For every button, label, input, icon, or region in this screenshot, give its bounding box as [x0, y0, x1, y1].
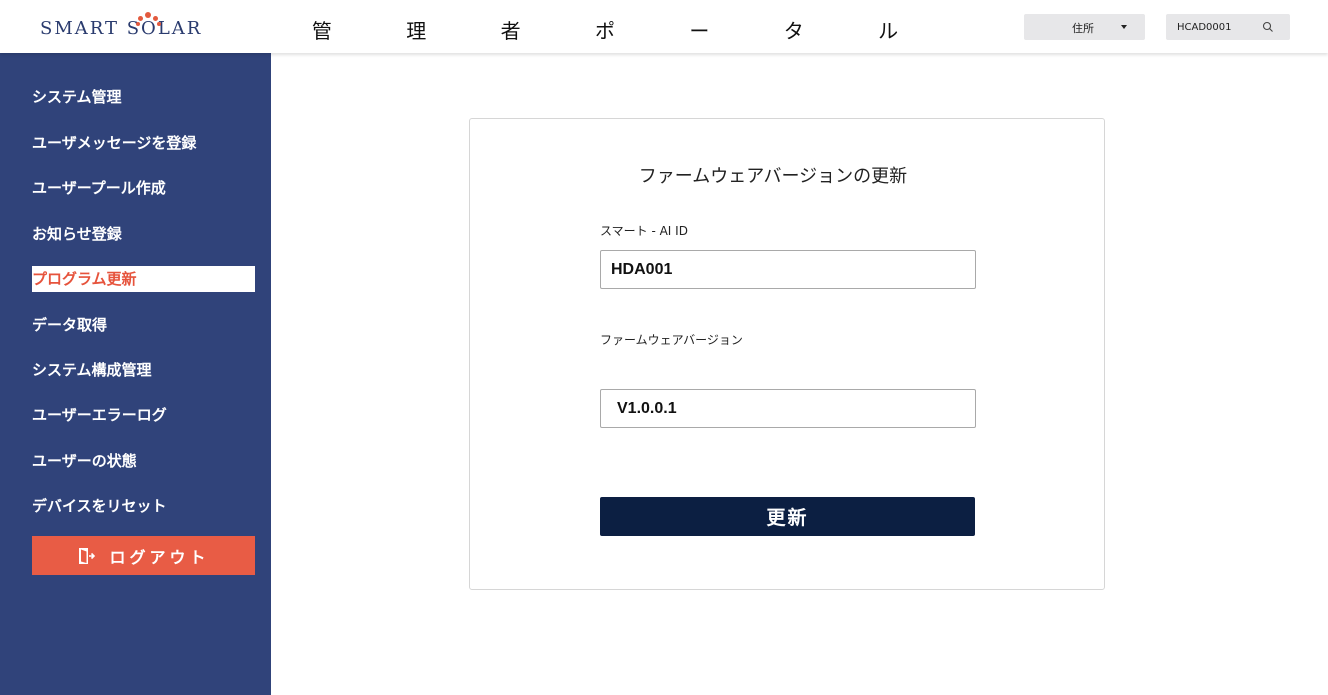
logout-button[interactable]: ログアウト: [32, 536, 255, 575]
sidebar-nav: システム管理 ユーザメッセージを登録 ユーザープール作成 お知らせ登録 プログラ…: [0, 53, 271, 695]
sidebar-item-system-configuration[interactable]: システム構成管理: [32, 357, 255, 383]
sun-dots-icon: [136, 12, 162, 26]
sidebar-item-reset-device[interactable]: デバイスをリセット: [32, 493, 255, 519]
firmware-version-input[interactable]: [600, 389, 976, 428]
sidebar-item-register-user-message[interactable]: ユーザメッセージを登録: [32, 130, 255, 156]
portal-title-text: 管 理 者 ポ ー タ ル: [311, 18, 933, 43]
sidebar-item-data-acquisition[interactable]: データ取得: [32, 312, 255, 338]
search-icon[interactable]: [1262, 21, 1274, 33]
logout-label: ログアウト: [109, 547, 210, 567]
firmware-update-card: ファームウェアバージョンの更新 スマート - AI ID ファームウェアバージョ…: [469, 118, 1105, 590]
logo-text: SMART SOLAR: [40, 18, 203, 39]
address-dropdown-label: 住所: [1072, 22, 1094, 35]
logout-door-icon: [79, 547, 96, 564]
smart-solar-logo[interactable]: SMART SOLAR: [40, 12, 200, 42]
sidebar-item-create-user-pool[interactable]: ユーザープール作成: [32, 175, 255, 201]
sidebar-item-program-update[interactable]: プログラム更新: [32, 266, 255, 292]
address-dropdown[interactable]: 住所: [1024, 14, 1145, 40]
sidebar-item-user-status[interactable]: ユーザーの状態: [32, 448, 255, 474]
sidebar-item-register-notice[interactable]: お知らせ登録: [32, 221, 255, 247]
search-box[interactable]: [1166, 14, 1290, 40]
portal-title: 管 理 者 ポ ー タ ル: [312, 14, 898, 44]
device-id-input[interactable]: [600, 250, 976, 289]
search-input[interactable]: [1166, 14, 1262, 40]
form-title: ファームウェアバージョンの更新: [638, 166, 908, 187]
sidebar-item-user-error-log[interactable]: ユーザーエラーログ: [32, 402, 255, 428]
device-id-label: スマート - AI ID: [600, 224, 688, 238]
app-header: SMART SOLAR 管 理 者 ポ ー タ ル 住所: [0, 0, 1328, 53]
caret-down-icon: [1121, 25, 1127, 29]
update-button[interactable]: 更新: [600, 497, 975, 536]
sidebar-item-system-management[interactable]: システム管理: [32, 84, 255, 110]
firmware-version-label: ファームウェアバージョン: [600, 333, 743, 347]
